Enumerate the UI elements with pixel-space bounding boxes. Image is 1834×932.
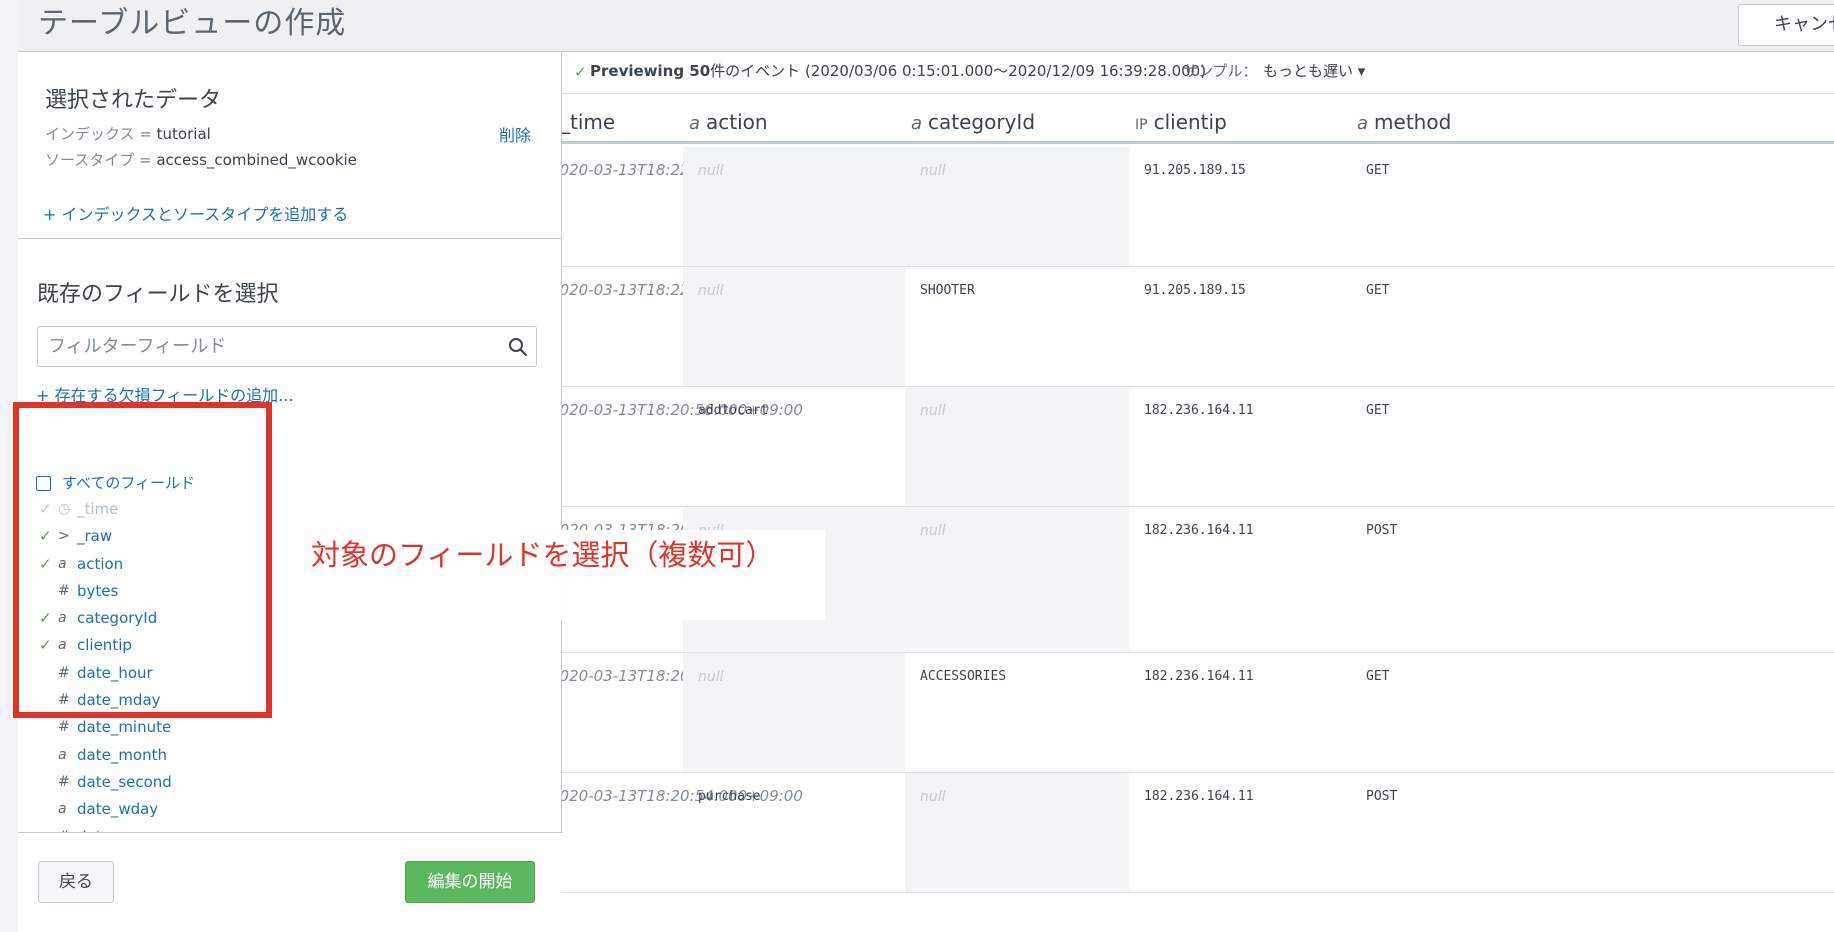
column-type-icon: a <box>689 113 701 134</box>
selected-data-title: 選択されたデータ <box>45 88 222 113</box>
delete-link[interactable]: 削除 <box>499 122 531 146</box>
cell-action: addtocart <box>698 403 769 418</box>
index-key: インデックス = <box>45 125 157 143</box>
check-icon: ✓ <box>574 63 587 81</box>
cell-category: ACCESSORIES <box>920 669 1007 684</box>
column-label: method <box>1374 110 1452 134</box>
cell-clientip: 182.236.164.11 <box>1144 403 1254 418</box>
cell-method: POST <box>1366 789 1398 804</box>
field-name[interactable]: date_minute <box>77 714 171 741</box>
preview-status-bar: ✓ Previewing 50件のイベント (2020/03/06 0:15:0… <box>562 52 1834 94</box>
cell-category: null <box>905 387 1129 506</box>
table-row: 2020-03-13T18:20:54.000+09:00null ACCESSO… <box>562 653 1834 773</box>
column-label: categoryId <box>928 110 1036 134</box>
preview-area: ✓ Previewing 50件のイベント (2020/03/06 0:15:0… <box>562 52 1834 932</box>
cell-method: GET <box>1366 283 1390 298</box>
add-index-sourcetype-link[interactable]: + インデックスとソースタイプを追加する <box>43 201 348 225</box>
cell-clientip: 182.236.164.11 <box>1144 523 1254 538</box>
column-label: clientip <box>1153 110 1227 134</box>
sample-dropdown[interactable]: もっとも遅い ▾ <box>1263 52 1365 90</box>
sourcetype-row: ソースタイプ = access_combined_wcookie <box>45 149 357 170</box>
annotation-text: 対象のフィールドを選択（複数可） <box>311 538 775 572</box>
cell-category: null <box>905 773 1129 892</box>
table-row: 2020-03-13T18:22:15.000+09:00null SHOOTER… <box>562 267 1834 387</box>
cell-time: 2020-03-13T18:22:16.000+09:00 <box>562 147 803 266</box>
cell-clientip: 91.205.189.15 <box>1144 163 1246 178</box>
cell-clientip: 182.236.164.11 <box>1144 669 1254 684</box>
field-name[interactable]: date_second <box>77 769 172 796</box>
table-row: 2020-03-13T18:20:56.000+09:00 addtocart nu… <box>562 387 1834 507</box>
section-divider <box>18 238 562 239</box>
field-name[interactable]: date_month <box>77 742 167 769</box>
cell-time: 2020-03-13T18:20:56.000+09:00 <box>562 401 803 419</box>
field-item-date-wday[interactable]: a date_wday <box>36 796 536 823</box>
column-header-categoryId[interactable]: a categoryId <box>911 94 1035 144</box>
column-label: _time <box>562 110 616 134</box>
cell-action: purchase <box>698 789 761 804</box>
table-row: 2020-03-13T18:20:54.000+09:00 purchase nul… <box>562 773 1834 893</box>
table-header: _time a action a categoryId IP clientip a method <box>562 94 1834 144</box>
cell-category: null <box>905 507 1129 652</box>
page-title: テーブルビューの作成 <box>38 6 347 41</box>
filter-field-box <box>37 326 537 367</box>
preview-range: 件のイベント (2020/03/06 0:15:01.000〜2020/12/0… <box>710 62 1207 80</box>
page-header: テーブルビューの作成 キャンセル <box>18 0 1834 52</box>
app-window: テーブルビューの作成 キャンセル 選択されたデータ インデックス = tutor… <box>0 0 1834 932</box>
panel-footer: 戻る 編集の開始 <box>18 832 562 932</box>
annotation-highlight-box <box>13 402 272 718</box>
cancel-button[interactable]: キャンセル <box>1738 4 1834 46</box>
sample-label: サンプル： <box>1183 62 1258 80</box>
start-editing-button[interactable]: 編集の開始 <box>405 861 535 903</box>
search-icon[interactable] <box>508 337 528 357</box>
cell-method: POST <box>1366 523 1398 538</box>
column-header-clientip[interactable]: IP clientip <box>1135 94 1227 144</box>
cell-method: GET <box>1366 403 1390 418</box>
column-type-icon: IP <box>1135 117 1148 133</box>
field-item-date-month[interactable]: a date_month <box>36 742 536 769</box>
column-type-icon: a <box>911 113 923 134</box>
filter-field-input[interactable] <box>48 327 488 366</box>
field-type-icon: # <box>58 773 70 790</box>
field-type-icon: a <box>58 801 67 818</box>
cell-time: 2020-03-13T18:20:54.000+09:00 <box>562 787 803 805</box>
cell-category: SHOOTER <box>920 283 975 298</box>
cell-method: GET <box>1366 669 1390 684</box>
cell-action: null <box>683 653 905 772</box>
sourcetype-key: ソースタイプ = <box>45 151 157 169</box>
cell-clientip: 182.236.164.11 <box>1144 789 1254 804</box>
index-value: tutorial <box>156 125 211 143</box>
cell-category: null <box>905 147 1129 266</box>
field-name[interactable]: date_wday <box>77 796 158 823</box>
cell-action: null <box>683 267 905 386</box>
table-row: 2020-03-13T18:22:16.000+09:00nullnull91.… <box>562 147 1834 267</box>
cell-time: 2020-03-13T18:22:15.000+09:00 <box>562 267 803 386</box>
cell-clientip: 91.205.189.15 <box>1144 283 1246 298</box>
preview-count: Previewing 50 <box>590 62 711 80</box>
existing-fields-title: 既存のフィールドを選択 <box>37 282 279 307</box>
column-header-time[interactable]: _time <box>562 94 615 144</box>
column-label: action <box>706 110 768 134</box>
preview-summary: Previewing 50件のイベント (2020/03/06 0:15:01.… <box>590 52 1206 90</box>
cell-time: 2020-03-13T18:20:54.000+09:00 <box>562 653 803 772</box>
field-type-icon: # <box>58 719 70 736</box>
column-header-method[interactable]: a method <box>1357 94 1451 144</box>
field-item-date-minute[interactable]: # date_minute <box>36 714 536 741</box>
index-row: インデックス = tutorial <box>45 123 211 144</box>
cell-action: null <box>683 147 905 266</box>
field-type-icon: a <box>58 746 67 763</box>
cell-method: GET <box>1366 163 1390 178</box>
column-type-icon: a <box>1357 113 1369 134</box>
column-header-action[interactable]: a action <box>689 94 768 144</box>
back-button[interactable]: 戻る <box>38 861 114 903</box>
field-item-date-second[interactable]: # date_second <box>36 769 536 796</box>
sourcetype-value: access_combined_wcookie <box>156 151 357 169</box>
